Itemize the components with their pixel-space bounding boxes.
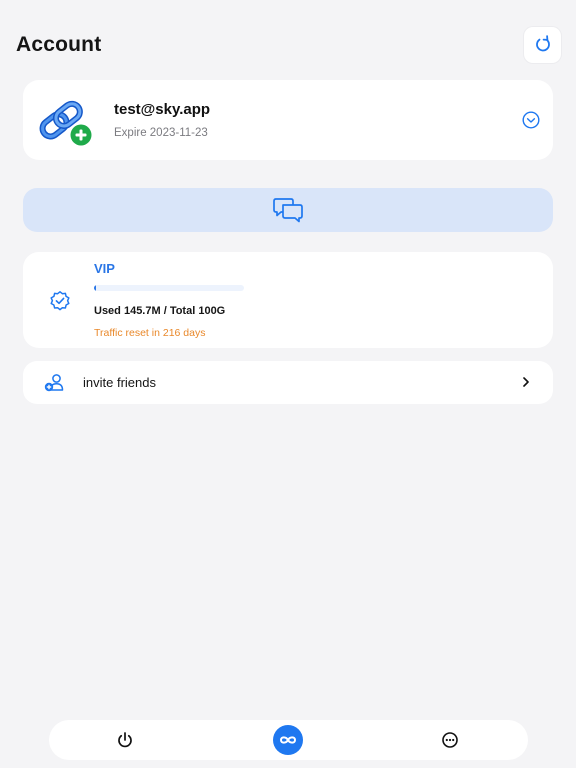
account-expire-date: Expire 2023-11-23 <box>114 127 208 139</box>
tab-more[interactable] <box>435 725 465 755</box>
invite-friends-label: invite friends <box>83 375 156 390</box>
tab-power[interactable] <box>110 725 140 755</box>
traffic-progress-fill <box>94 285 96 291</box>
tab-infinity[interactable] <box>273 725 303 755</box>
invite-friends-row[interactable]: invite friends <box>23 361 553 404</box>
account-email: test@sky.app <box>114 101 211 118</box>
refresh-icon <box>535 35 550 52</box>
traffic-reset-text: Traffic reset in 216 days <box>94 327 206 339</box>
refresh-button[interactable] <box>524 27 561 63</box>
page-title: Account <box>16 33 102 56</box>
account-screen: Account test@sky.app Expire 2023-11-23 V… <box>0 0 576 768</box>
plan-title: VIP <box>94 261 115 276</box>
chat-bubbles-icon <box>273 198 303 223</box>
chain-link-add-icon <box>39 100 93 147</box>
header: Account <box>0 0 576 80</box>
add-person-icon <box>44 374 64 392</box>
account-card[interactable]: test@sky.app Expire 2023-11-23 <box>23 80 553 160</box>
verified-badge-icon <box>50 291 70 311</box>
bottom-tab-bar <box>49 720 528 760</box>
more-dots-icon <box>442 732 458 748</box>
chevron-right-icon <box>523 377 529 387</box>
vip-plan-card: VIP Used 145.7M / Total 100G Traffic res… <box>23 252 553 348</box>
support-chat-button[interactable] <box>23 188 553 232</box>
traffic-usage-text: Used 145.7M / Total 100G <box>94 305 226 317</box>
traffic-progress-bar <box>94 285 244 291</box>
infinity-icon <box>279 736 297 744</box>
chevron-down-circle-icon[interactable] <box>521 110 541 130</box>
power-icon <box>118 732 132 748</box>
